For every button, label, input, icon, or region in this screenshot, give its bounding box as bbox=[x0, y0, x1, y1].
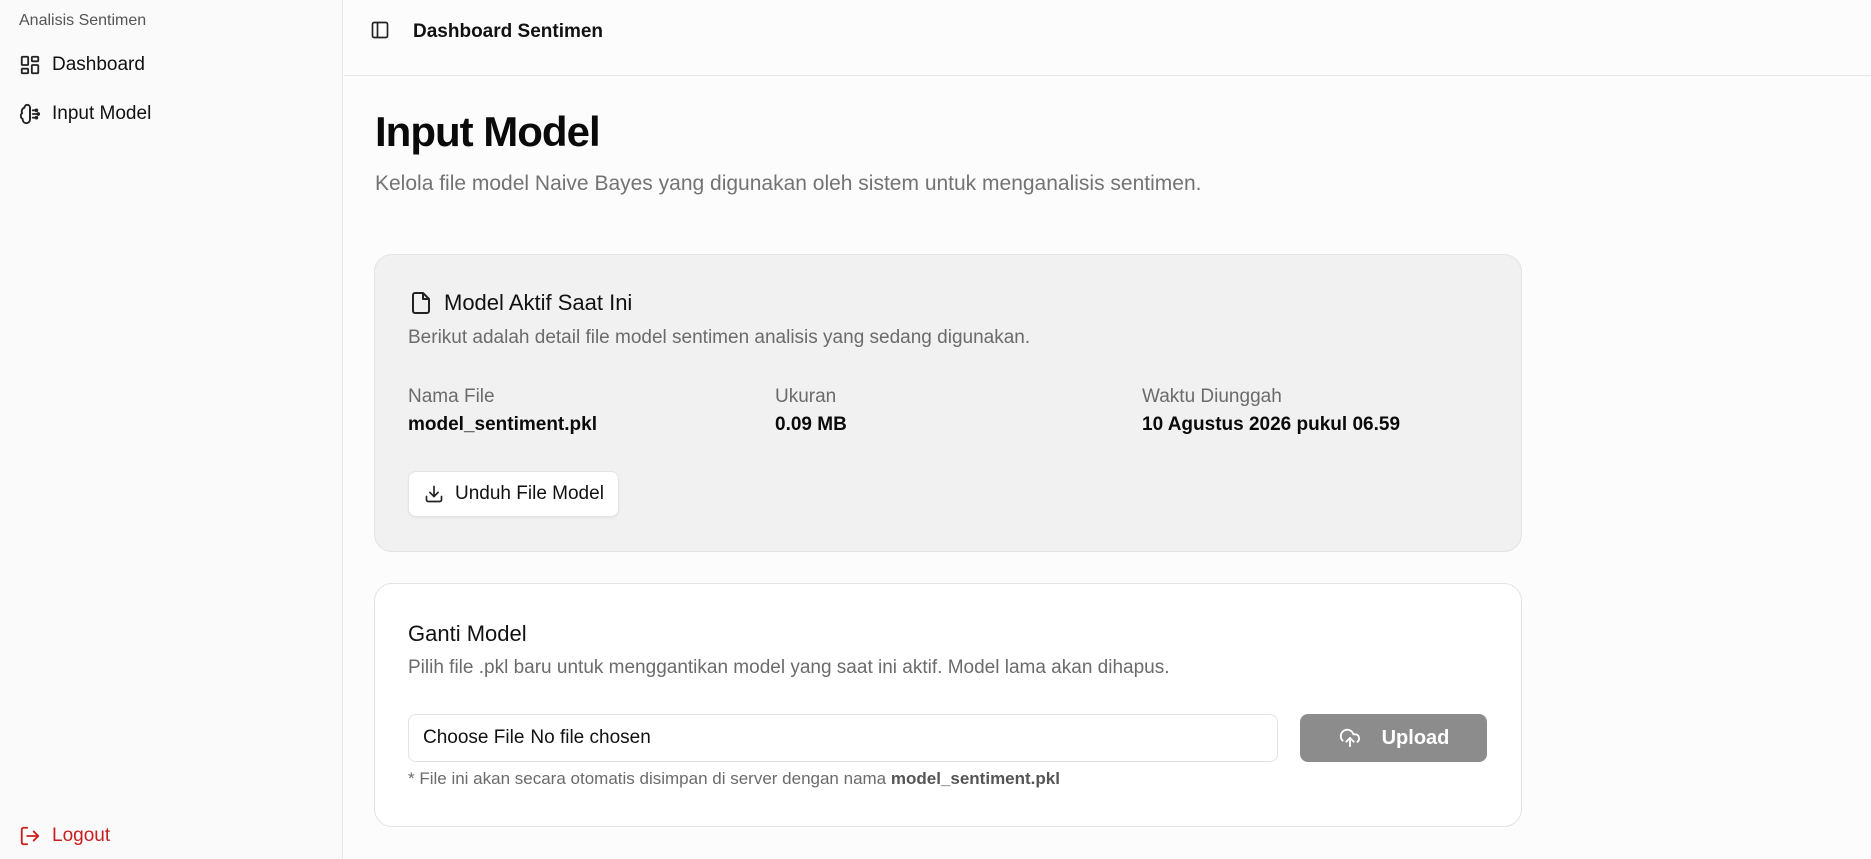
file-size-info: Ukuran 0.09 MB bbox=[775, 386, 847, 436]
upload-time-label: Waktu Diunggah bbox=[1142, 386, 1282, 407]
active-model-header: Model Aktif Saat Ini bbox=[408, 290, 632, 316]
sidebar-item-label: Input Model bbox=[52, 103, 152, 124]
sidebar: Analisis Sentimen Dashboard Input Model … bbox=[0, 0, 343, 859]
upload-button[interactable]: Upload bbox=[1300, 714, 1487, 762]
cloud-upload-icon bbox=[1338, 726, 1362, 750]
file-status-text: No file chosen bbox=[530, 727, 651, 748]
download-icon bbox=[423, 483, 445, 505]
download-model-label: Unduh File Model bbox=[455, 483, 604, 504]
download-model-button[interactable]: Unduh File Model bbox=[408, 471, 619, 517]
topbar-title: Dashboard Sentimen bbox=[413, 21, 604, 42]
file-name-value: model_sentiment.pkl bbox=[408, 414, 597, 435]
active-model-description: Berikut adalah detail file model sentime… bbox=[408, 327, 1031, 348]
topbar: Dashboard Sentimen bbox=[344, 0, 1871, 76]
file-name-info: Nama File model_sentiment.pkl bbox=[408, 386, 597, 436]
file-note: * File ini akan secara otomatis disimpan… bbox=[408, 769, 1060, 789]
choose-file-button[interactable]: Choose File bbox=[423, 727, 524, 749]
sidebar-group-label: Analisis Sentimen bbox=[19, 12, 147, 29]
file-icon bbox=[408, 290, 434, 316]
replace-model-title: Ganti Model bbox=[408, 621, 527, 646]
sidebar-toggle-button[interactable] bbox=[368, 20, 392, 44]
logout-label: Logout bbox=[52, 825, 111, 846]
file-size-label: Ukuran bbox=[775, 386, 837, 407]
file-note-prefix: * File ini akan secara otomatis disimpan… bbox=[408, 769, 887, 788]
replace-model-card: Ganti Model Pilih file .pkl baru untuk m… bbox=[374, 583, 1522, 827]
sidebar-item-input-model[interactable]: Input Model bbox=[10, 94, 330, 134]
file-note-filename: model_sentiment.pkl bbox=[890, 769, 1060, 788]
file-name-label: Nama File bbox=[408, 386, 495, 407]
upload-time-value: 10 Agustus 2026 pukul 06.59 bbox=[1142, 414, 1401, 435]
upload-time-info: Waktu Diunggah 10 Agustus 2026 pukul 06.… bbox=[1142, 386, 1400, 436]
file-size-value: 0.09 MB bbox=[775, 414, 847, 435]
logout-icon bbox=[18, 824, 42, 848]
page-subtitle: Kelola file model Naive Bayes yang digun… bbox=[375, 172, 1202, 195]
file-input[interactable]: Choose File No file chosen bbox=[408, 714, 1278, 762]
sidebar-item-label: Dashboard bbox=[52, 54, 145, 75]
replace-model-description: Pilih file .pkl baru untuk menggantikan … bbox=[408, 657, 1170, 678]
logout-button[interactable]: Logout bbox=[10, 816, 110, 856]
brain-icon bbox=[18, 102, 42, 126]
active-model-title: Model Aktif Saat Ini bbox=[444, 290, 633, 315]
sidebar-item-dashboard[interactable]: Dashboard bbox=[10, 45, 330, 85]
page-title: Input Model bbox=[375, 108, 601, 155]
dashboard-icon bbox=[18, 53, 42, 77]
sidebar-toggle-icon bbox=[370, 20, 390, 45]
active-model-card: Model Aktif Saat Ini Berikut adalah deta… bbox=[374, 254, 1522, 552]
upload-label: Upload bbox=[1381, 726, 1450, 749]
